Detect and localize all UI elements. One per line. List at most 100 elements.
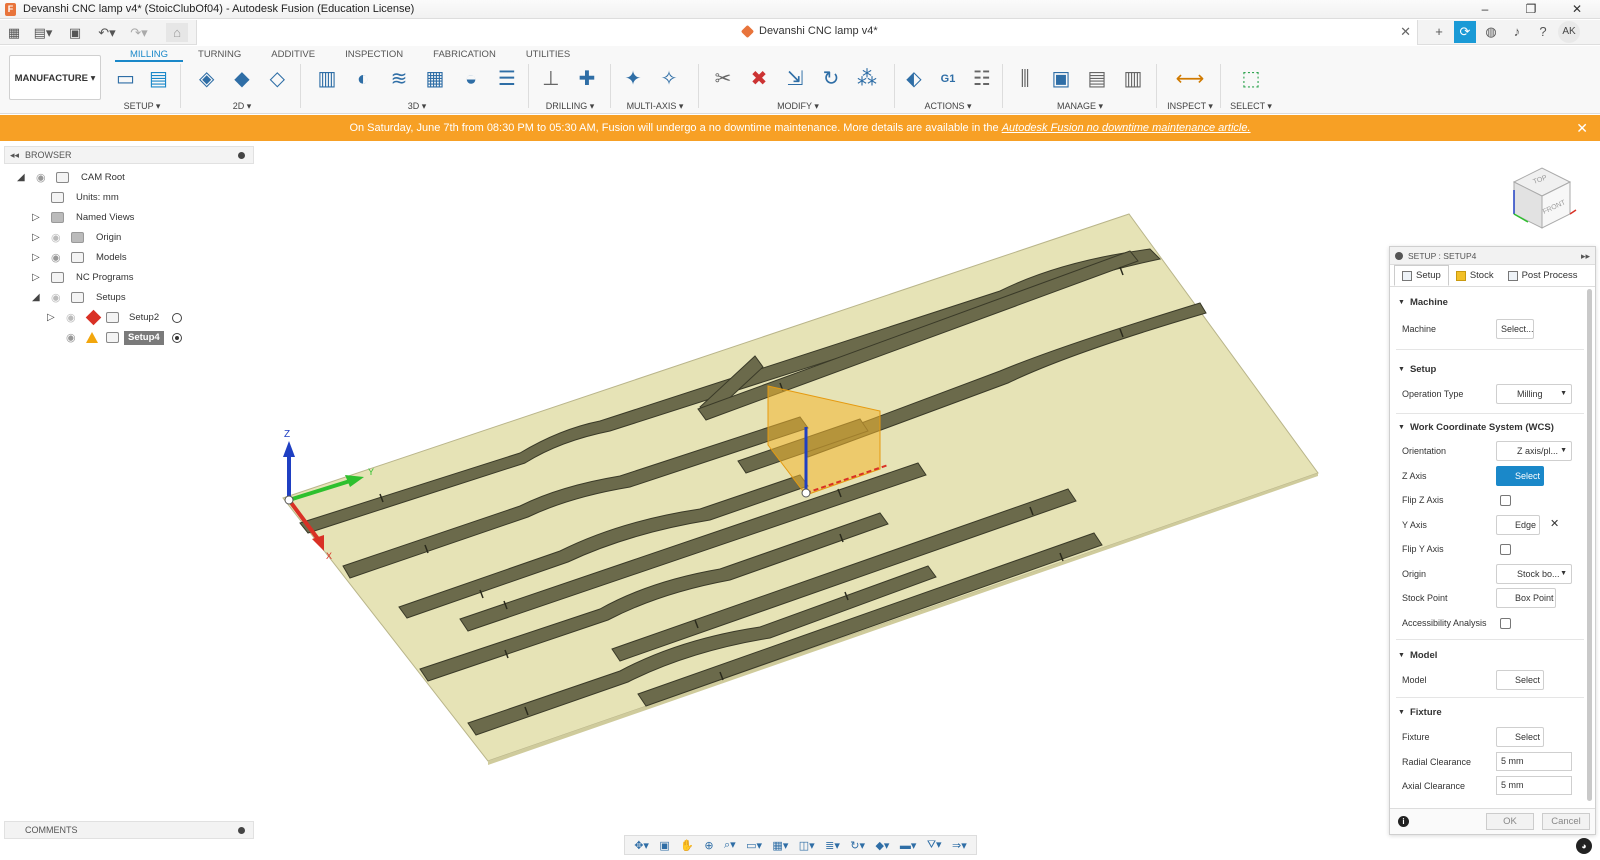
cancel-button[interactable]: Cancel bbox=[1542, 813, 1590, 830]
flow-icon[interactable]: ▦ bbox=[420, 64, 450, 94]
y-axis-edge-button[interactable]: Edge bbox=[1496, 515, 1540, 535]
view-cube[interactable]: TOP FRONT bbox=[1504, 160, 1580, 236]
tree-item-origin[interactable]: ▷ ◉ Origin bbox=[4, 228, 254, 248]
hole-recognition-icon[interactable]: ✚ bbox=[572, 64, 602, 94]
file-menu-icon[interactable]: ▤▾ bbox=[30, 23, 56, 42]
layers-icon[interactable]: ≣▾ bbox=[825, 839, 840, 852]
look-at-icon[interactable]: ▣ bbox=[659, 839, 669, 852]
visibility-eye-icon[interactable]: ◉ bbox=[51, 228, 61, 248]
measure-icon[interactable]: ⟷ bbox=[1175, 64, 1205, 94]
2d-adaptive-icon[interactable]: ◈ bbox=[192, 64, 221, 94]
tool-library-icon[interactable]: ⫼ bbox=[1010, 64, 1040, 94]
trim-icon[interactable]: ✂ bbox=[708, 64, 738, 94]
wcs-origin-point[interactable] bbox=[801, 488, 811, 498]
tab-milling[interactable]: MILLING bbox=[115, 48, 184, 62]
display-settings-icon[interactable]: ▭▾ bbox=[746, 839, 762, 852]
document-tab[interactable]: Devanshi CNC lamp v4* ✕ bbox=[196, 20, 1418, 45]
pattern-icon[interactable]: ⁂ bbox=[852, 64, 882, 94]
select-group-label[interactable]: SELECT ▾ bbox=[1226, 101, 1276, 112]
simulate-icon[interactable]: ⬖ bbox=[900, 64, 928, 94]
machine-library-icon[interactable]: ▣ bbox=[1046, 64, 1076, 94]
section-wcs[interactable]: Work Coordinate System (WCS) bbox=[1398, 422, 1554, 433]
extensions-icon[interactable]: ◍ bbox=[1480, 21, 1502, 43]
comments-pin-icon[interactable] bbox=[238, 827, 245, 834]
undo-icon[interactable]: ↶▾ bbox=[94, 23, 120, 42]
scallop-icon[interactable]: ◒ bbox=[456, 64, 486, 94]
browser-header[interactable]: ◂◂ BROWSER bbox=[4, 146, 254, 164]
expand-toggle-icon[interactable]: ▷ bbox=[32, 228, 40, 248]
visibility-eye-icon[interactable]: ◉ bbox=[51, 288, 61, 308]
filter-icon[interactable]: ⛛▾ bbox=[927, 838, 942, 852]
activate-setup-radio[interactable] bbox=[172, 313, 182, 323]
avatar[interactable]: AK bbox=[1558, 21, 1580, 43]
tree-item-models[interactable]: ▷ ◉ Models bbox=[4, 248, 254, 268]
move-toolpath-icon[interactable]: ⇲ bbox=[780, 64, 810, 94]
tab-fabrication[interactable]: FABRICATION bbox=[418, 48, 511, 62]
3d-pocket-icon[interactable]: ◐ bbox=[348, 64, 378, 94]
dialog-scrollbar[interactable] bbox=[1587, 289, 1592, 801]
sync-icon[interactable]: ⟳ bbox=[1454, 21, 1476, 43]
manage-group-label[interactable]: MANAGE ▾ bbox=[1010, 101, 1150, 112]
refresh-icon[interactable]: ↻▾ bbox=[850, 839, 865, 852]
minimize-button[interactable]: – bbox=[1462, 0, 1508, 19]
select-box-icon[interactable]: ⬚ bbox=[1236, 64, 1266, 94]
contour-icon[interactable]: ☰ bbox=[492, 64, 522, 94]
setup-group-label[interactable]: SETUP ▾ bbox=[112, 101, 172, 112]
banner-link[interactable]: Autodesk Fusion no downtime maintenance … bbox=[1002, 122, 1251, 134]
axial-clearance-input[interactable]: 5 mm bbox=[1496, 776, 1572, 795]
tab-utilities[interactable]: UTILITIES bbox=[511, 48, 585, 62]
3d-group-label[interactable]: 3D ▾ bbox=[312, 101, 522, 112]
app-grid-icon[interactable]: ▦ bbox=[6, 23, 22, 42]
camera-icon[interactable]: ▬▾ bbox=[900, 839, 917, 852]
fit-icon[interactable]: ⌕▾ bbox=[724, 838, 736, 852]
template-library-icon[interactable]: ▥ bbox=[1118, 64, 1148, 94]
model-select-button[interactable]: Select bbox=[1496, 670, 1544, 690]
save-icon[interactable]: ▣ bbox=[66, 23, 84, 42]
new-setup-icon[interactable]: ▭ bbox=[112, 64, 139, 94]
setup-sheet-icon[interactable]: ☷ bbox=[968, 64, 996, 94]
info-icon[interactable]: i bbox=[1398, 816, 1409, 827]
face-icon[interactable]: ◇ bbox=[263, 64, 292, 94]
operation-type-select[interactable]: Milling ▼ bbox=[1496, 384, 1572, 404]
expand-toggle-icon[interactable]: ▷ bbox=[32, 268, 40, 288]
assistant-icon[interactable]: ◕ bbox=[1576, 838, 1592, 854]
ok-button[interactable]: OK bbox=[1486, 813, 1534, 830]
clear-y-axis-icon[interactable]: ✕ bbox=[1550, 517, 1559, 530]
orientation-select[interactable]: Z axis/pl... ▼ bbox=[1496, 441, 1572, 461]
tree-item-setup2[interactable]: ▷ ◉ Setup2 bbox=[4, 308, 254, 328]
pan-icon[interactable]: ✋ bbox=[680, 839, 694, 852]
post-process-icon[interactable]: G1 bbox=[934, 64, 962, 94]
tree-item-setup4[interactable]: ◉ Setup4 bbox=[4, 328, 254, 348]
activate-setup-radio[interactable] bbox=[172, 333, 182, 343]
steep-shallow-icon[interactable]: ≋ bbox=[384, 64, 414, 94]
visibility-eye-icon[interactable]: ◉ bbox=[51, 248, 61, 268]
tree-item-cam-root[interactable]: ◢ ◉ CAM Root bbox=[4, 168, 254, 188]
accessibility-analysis-checkbox[interactable] bbox=[1500, 618, 1511, 629]
drilling-group-label[interactable]: DRILLING ▾ bbox=[536, 101, 604, 112]
collapse-icon[interactable]: ◂◂ bbox=[10, 147, 19, 164]
stock-point-button[interactable]: Box Point bbox=[1496, 588, 1556, 608]
browser-pin-icon[interactable] bbox=[238, 152, 245, 159]
z-axis-select-button[interactable]: Select bbox=[1496, 466, 1544, 486]
new-tab-icon[interactable]: + bbox=[1428, 21, 1450, 43]
expand-toggle-icon[interactable]: ▷ bbox=[47, 308, 55, 328]
multi-axis-group-label[interactable]: MULTI-AXIS ▾ bbox=[618, 101, 692, 112]
close-window-button[interactable]: ✕ bbox=[1554, 0, 1600, 19]
workspace-switcher-button[interactable]: MANUFACTURE ▾ bbox=[9, 55, 101, 100]
expand-toggle-icon[interactable]: ▷ bbox=[32, 208, 40, 228]
section-machine[interactable]: Machine bbox=[1398, 297, 1448, 308]
modify-group-label[interactable]: MODIFY ▾ bbox=[708, 101, 888, 112]
2d-pocket-icon[interactable]: ◆ bbox=[227, 64, 256, 94]
flip-y-axis-checkbox[interactable] bbox=[1500, 544, 1511, 555]
home-icon[interactable]: ⌂ bbox=[166, 23, 188, 42]
tab-inspection[interactable]: INSPECTION bbox=[330, 48, 418, 62]
document-close-icon[interactable]: ✕ bbox=[1400, 24, 1411, 40]
help-icon[interactable]: ? bbox=[1532, 21, 1554, 43]
shape-icon[interactable]: ◆▾ bbox=[875, 839, 889, 852]
multi-axis-contour-icon[interactable]: ✧ bbox=[654, 64, 684, 94]
banner-close-icon[interactable]: ✕ bbox=[1576, 115, 1588, 141]
tab-setup[interactable]: Setup bbox=[1394, 265, 1449, 286]
simulation-icon[interactable]: ⇒▾ bbox=[952, 839, 967, 852]
actions-group-label[interactable]: ACTIONS ▾ bbox=[900, 101, 996, 112]
viewports-icon[interactable]: ◫▾ bbox=[799, 839, 815, 852]
